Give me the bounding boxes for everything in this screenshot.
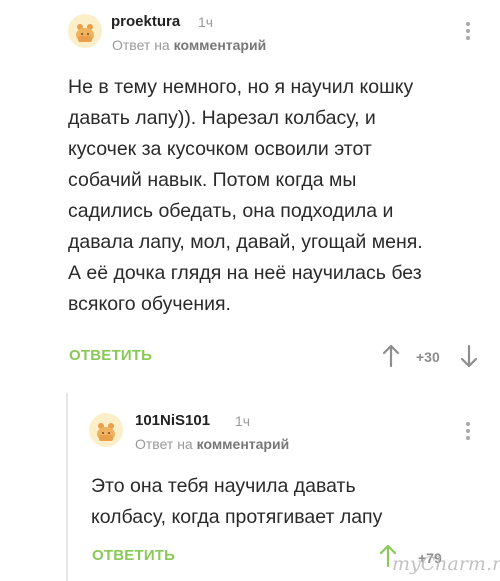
reply-to-prefix: Ответ на: [135, 436, 193, 452]
bear-cub-avatar-icon: [76, 24, 94, 42]
reply-to-prefix: Ответ на: [112, 37, 170, 53]
more-vertical-icon[interactable]: [465, 422, 471, 443]
comment-text: Не в тему немного, но я научил кошку дав…: [68, 76, 423, 315]
reply-button[interactable]: ОТВЕТИТЬ: [69, 347, 152, 364]
comment: proekturа 1ч Ответ на комментарий Не в т…: [0, 0, 500, 390]
bear-cub-avatar-icon: [97, 423, 115, 441]
timestamp: 1ч: [235, 413, 251, 429]
upvote-arrow-icon[interactable]: [382, 344, 400, 368]
avatar[interactable]: [89, 413, 123, 447]
comment-text: Это она тебя научила давать колбасу, ког…: [91, 475, 383, 528]
reply-to-link[interactable]: комментарий: [174, 37, 267, 53]
username[interactable]: 101NiS101: [135, 412, 210, 429]
downvote-arrow-icon[interactable]: [460, 344, 478, 368]
reply-to-link[interactable]: комментарий: [197, 436, 290, 452]
score: +30: [416, 349, 440, 365]
more-vertical-icon[interactable]: [465, 22, 471, 43]
reply-to-line: Ответ на комментарий: [112, 37, 266, 53]
username[interactable]: proekturа: [111, 13, 180, 30]
timestamp: 1ч: [198, 14, 214, 30]
avatar[interactable]: [68, 14, 102, 48]
reply-button[interactable]: ОТВЕТИТЬ: [92, 547, 175, 564]
reply-to-line: Ответ на комментарий: [135, 436, 289, 452]
watermark: myCharm.ru: [392, 553, 500, 575]
